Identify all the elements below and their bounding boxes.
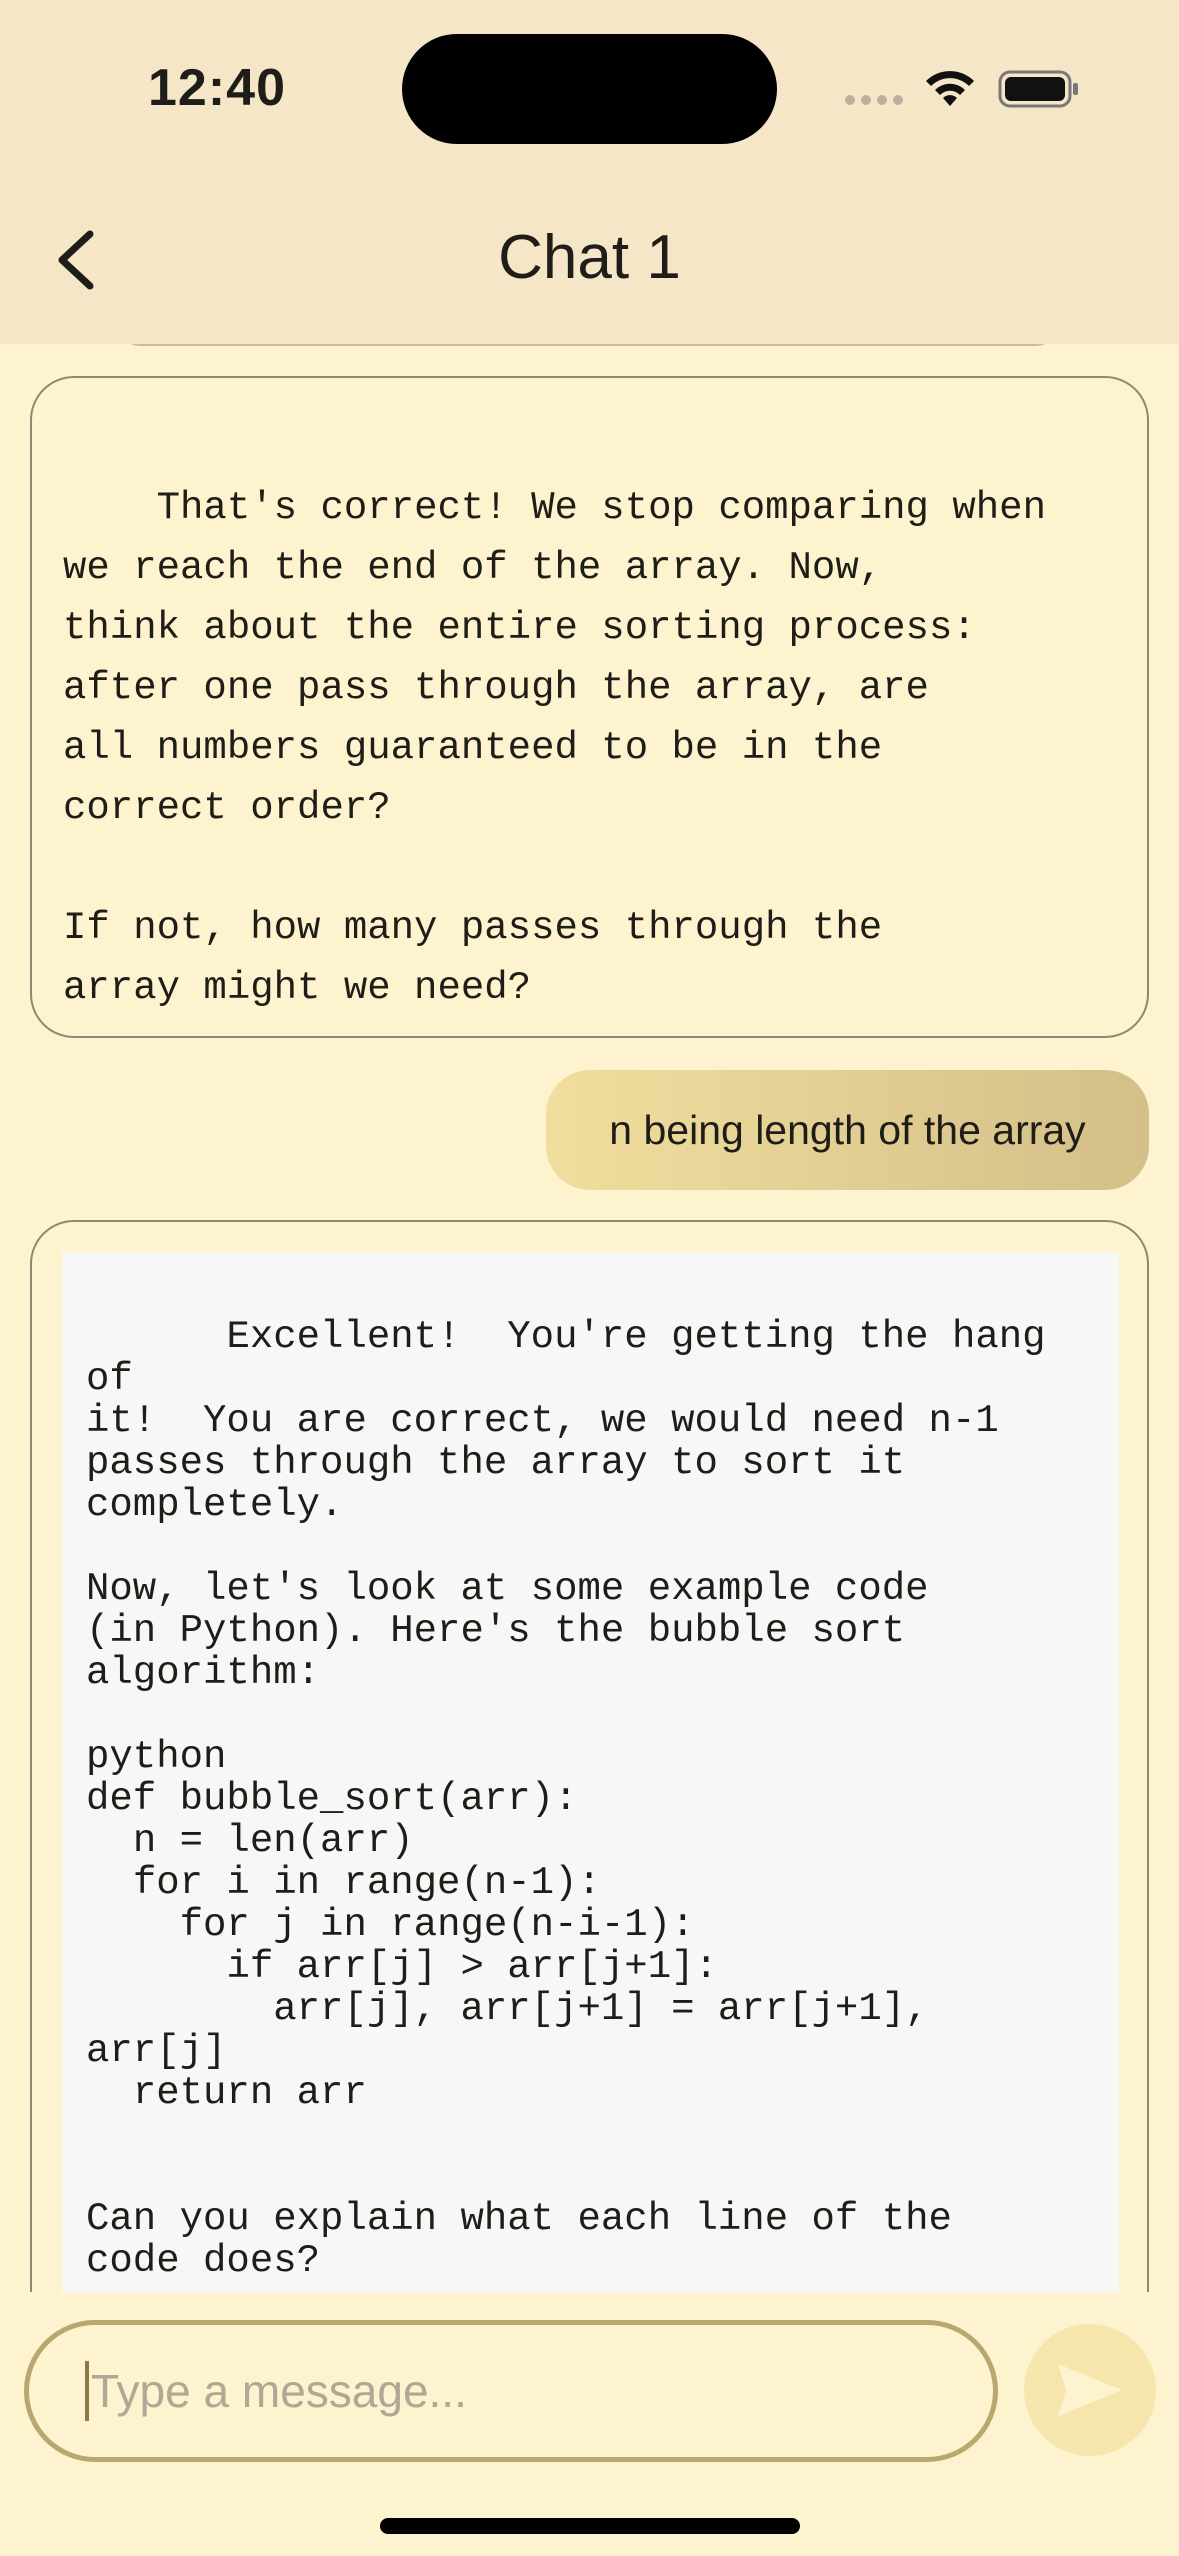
assistant-message-text: That's correct! We stop comparing when w…: [63, 486, 1046, 1010]
page-title: Chat 1: [498, 223, 681, 292]
top-bar: 12:40 Chat 1: [0, 0, 1179, 344]
home-indicator: [380, 2518, 800, 2534]
signal-dots-icon: [845, 93, 905, 107]
text-caret: [85, 2361, 89, 2421]
assistant-message: That's correct! We stop comparing when w…: [30, 376, 1149, 1038]
assistant-message: Excellent! You're getting the hang of it…: [30, 1220, 1149, 2292]
message-input[interactable]: [91, 2364, 911, 2418]
message-input-container[interactable]: [24, 2320, 998, 2462]
assistant-message-text: Excellent! You're getting the hang of it…: [86, 1315, 1046, 2283]
user-message: n being length of the array: [546, 1070, 1149, 1190]
send-icon: [1058, 2364, 1122, 2416]
message-list[interactable]: That's correct! We stop comparing when w…: [0, 344, 1179, 2292]
send-button[interactable]: [1024, 2324, 1156, 2456]
wifi-icon: [926, 71, 974, 106]
battery-icon: [998, 70, 1078, 108]
user-message-text: n being length of the array: [609, 1106, 1086, 1153]
previous-message-edge: [118, 344, 1058, 346]
dynamic-island: [402, 34, 777, 144]
status-time: 12:40: [148, 59, 286, 117]
assistant-message-code-block: Excellent! You're getting the hang of it…: [62, 1252, 1119, 2292]
composer-bar: [0, 2292, 1179, 2556]
